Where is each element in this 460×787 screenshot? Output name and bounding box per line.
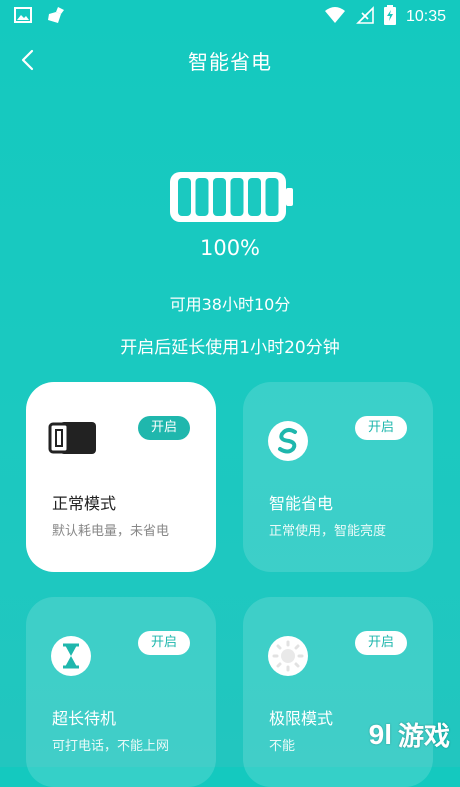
battery-cell — [178, 178, 191, 216]
watermark-text: 游戏 — [397, 722, 450, 752]
clock: 10:35 — [405, 8, 446, 25]
mode-card-extreme[interactable]: 开启 极限模式 不能 — [243, 597, 433, 787]
mode-desc: 默认耗电量，未省电 — [52, 524, 170, 539]
broom-icon — [46, 6, 66, 28]
sun-icon — [265, 629, 315, 679]
toggle-button[interactable]: 开启 — [355, 416, 407, 440]
battery-cell — [265, 178, 279, 216]
battery-percent: 100% — [199, 236, 261, 260]
battery-graphic — [170, 172, 296, 226]
available-time: 可用38小时10分 — [169, 295, 291, 314]
header: 智能省电 — [0, 40, 460, 80]
mode-name: 极限模式 — [269, 709, 334, 728]
watermark: 9l 游戏 — [369, 716, 450, 753]
mode-desc: 不能 — [269, 739, 296, 754]
wifi-icon — [324, 6, 346, 28]
phone-mode-icon — [48, 414, 98, 464]
mode-card-standby[interactable]: 开启 超长待机 可打电话，不能上网 — [26, 597, 216, 787]
battery-cell — [230, 178, 244, 216]
mode-card-normal[interactable]: 开启 正常模式 默认耗电量，未省电 — [26, 382, 216, 572]
mode-desc: 可打电话，不能上网 — [52, 739, 170, 754]
battery-cell — [213, 178, 226, 216]
battery-charging-icon — [383, 5, 396, 29]
signal-icon — [356, 6, 374, 28]
hourglass-icon — [48, 629, 98, 679]
toggle-button[interactable]: 开启 — [138, 416, 190, 440]
watermark-logo: 9l — [368, 718, 392, 750]
mode-desc: 正常使用，智能亮度 — [269, 524, 387, 539]
status-bar: 10:35 — [0, 0, 460, 30]
extend-time: 开启后延长使用1小时20分钟 — [120, 338, 340, 358]
mode-name: 智能省电 — [269, 494, 334, 513]
mode-card-smart[interactable]: 开启 智能省电 正常使用，智能亮度 — [243, 382, 433, 572]
image-icon — [14, 7, 32, 27]
smart-s-icon — [265, 414, 315, 464]
page-title: 智能省电 — [188, 50, 272, 74]
battery-cell — [248, 178, 261, 216]
battery-cell — [195, 178, 209, 216]
toggle-button[interactable]: 开启 — [355, 631, 407, 655]
toggle-button[interactable]: 开启 — [138, 631, 190, 655]
mode-name: 超长待机 — [52, 709, 117, 728]
mode-name: 正常模式 — [52, 494, 117, 513]
